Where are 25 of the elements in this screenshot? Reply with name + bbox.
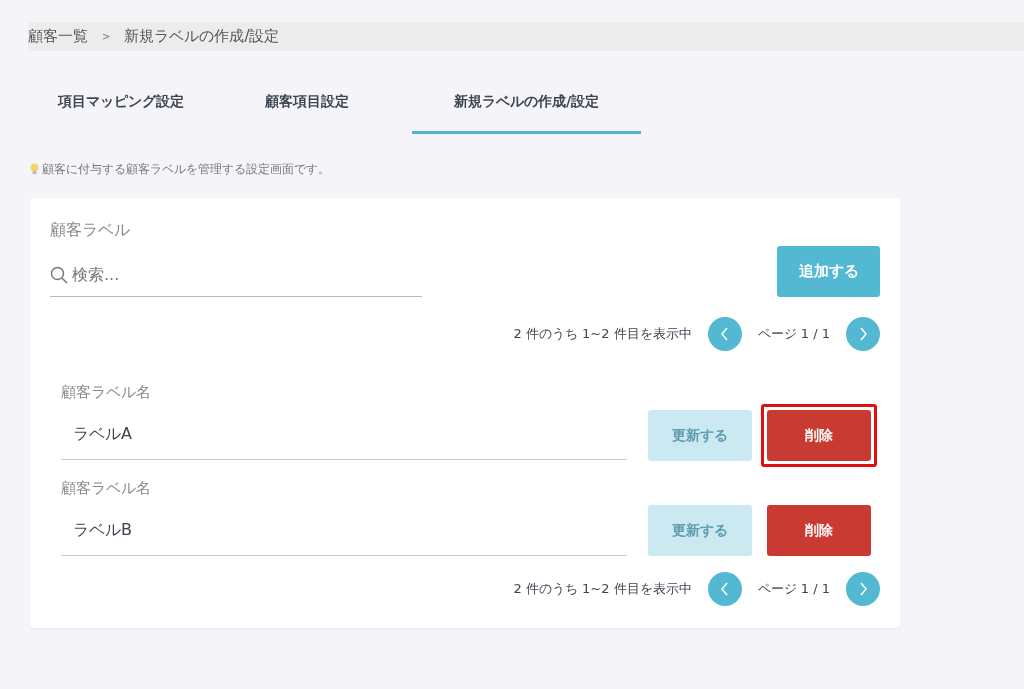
- chevron-left-icon: [719, 582, 730, 596]
- page-indicator: ページ 1 / 1: [757, 325, 830, 344]
- field-label: 顧客ラベル名: [61, 382, 152, 403]
- delete-button[interactable]: 削除: [767, 409, 871, 461]
- tab[interactable]: 新規ラベルの作成/設定: [412, 81, 641, 134]
- section-title: 顧客ラベル: [50, 219, 131, 241]
- delete-button[interactable]: 削除: [767, 505, 871, 556]
- previous-page-button[interactable]: [707, 572, 742, 606]
- lightbulb-icon: [30, 163, 39, 175]
- breadcrumb-item: 新規ラベルの作成/設定: [124, 26, 280, 48]
- chevron-right-icon: [858, 582, 868, 596]
- tab[interactable]: 顧客項目設定: [214, 81, 400, 134]
- chevron-right-icon: [858, 327, 868, 341]
- breadcrumb-separator: >: [102, 30, 111, 44]
- field-label: 顧客ラベル名: [61, 477, 152, 499]
- pagination-summary: 2 件のうち 1~2 件目を表示中: [513, 580, 692, 599]
- hint-text: 顧客に付与する顧客ラベルを管理する設定画面です。: [42, 161, 330, 178]
- next-page-button[interactable]: [846, 572, 880, 606]
- chevron-left-icon: [719, 327, 730, 341]
- previous-page-button[interactable]: [707, 317, 742, 351]
- breadcrumb-item[interactable]: 顧客一覧: [28, 25, 88, 48]
- page-indicator: ページ 1 / 1: [757, 580, 830, 599]
- tab[interactable]: 項目マッピング設定: [28, 81, 214, 134]
- next-page-button[interactable]: [846, 317, 880, 351]
- pagination-summary: 2 件のうち 1~2 件目を表示中: [513, 325, 692, 344]
